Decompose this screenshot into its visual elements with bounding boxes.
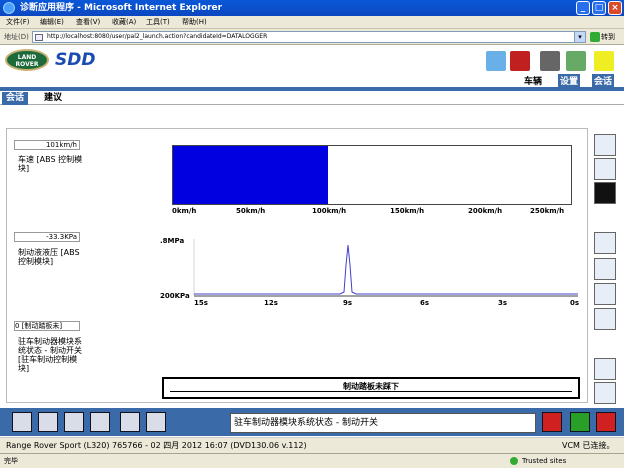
session-tab-row: 会话 建议	[0, 91, 624, 105]
battery-icon[interactable]	[596, 412, 616, 432]
logo-text-top: LAND	[17, 54, 37, 61]
trusted-sites-icon	[510, 457, 518, 465]
address-bar: 地址(D) http://localhost:8080/user/pal2_la…	[0, 29, 624, 45]
chart-view-icon[interactable]	[594, 232, 616, 254]
module-icon-3[interactable]	[64, 412, 84, 432]
brake-state-line	[170, 391, 572, 392]
address-label: 地址(D)	[4, 33, 29, 41]
network-icon[interactable]	[486, 51, 506, 71]
address-url: http://localhost:8080/user/pal2_launch.a…	[47, 33, 268, 40]
pressure-chart: .8MPa 200KPa 15s 12s 9s 6s 3s 0s	[160, 237, 579, 305]
tab-session[interactable]: 会话	[2, 92, 29, 105]
module-icon-5[interactable]	[120, 412, 140, 432]
nav-settings[interactable]: 设置	[558, 74, 581, 87]
window-titlebar: 诊断应用程序 - Microsoft Internet Explorer _ □…	[0, 0, 624, 16]
module-icon-6[interactable]	[146, 412, 166, 432]
tools-icon[interactable]	[566, 51, 586, 71]
speed-tick: 50km/h	[236, 207, 266, 215]
logo-text-bottom: ROVER	[15, 61, 39, 68]
zoom-in-icon[interactable]	[594, 283, 616, 305]
vcm-status: VCM 已连接。	[562, 441, 615, 450]
y-axis-top-label: .8MPa	[160, 237, 184, 245]
page-icon	[35, 34, 43, 41]
go-arrow-icon	[590, 32, 600, 42]
app-content: LAND ROVER SDD 车辆 设置 会话 会话 建议 101km/h 车速…	[0, 45, 624, 439]
y-axis-bottom-label: 200KPa	[160, 292, 190, 300]
address-input[interactable]: http://localhost:8080/user/pal2_launch.a…	[32, 31, 578, 43]
speed-value: 101km/h	[14, 140, 80, 150]
vehicle-battery-icon[interactable]	[510, 51, 530, 71]
vehicle-info: Range Rover Sport (L320) 765766 - 02 四月 …	[6, 441, 307, 450]
menu-file[interactable]: 文件(F)	[6, 17, 30, 28]
help-icon[interactable]	[594, 51, 614, 71]
brake-state-indicator: 制动踏板未踩下	[162, 377, 580, 399]
go-button[interactable]: 转到	[590, 31, 622, 43]
session-info-bar: Range Rover Sport (L320) 765766 - 02 四月 …	[0, 437, 624, 453]
module-icon-1[interactable]	[12, 412, 32, 432]
x-tick: 6s	[420, 299, 429, 305]
ie-icon	[3, 2, 15, 14]
address-dropdown-icon[interactable]: ▾	[574, 31, 586, 43]
speed-gauge	[172, 145, 572, 205]
nav-vehicle[interactable]: 车辆	[524, 74, 542, 87]
land-rover-logo: LAND ROVER	[5, 49, 49, 71]
browser-status-bar: 完毕 Trusted sites	[0, 453, 624, 468]
tab-recommend[interactable]: 建议	[40, 92, 66, 105]
menu-tools[interactable]: 工具(T)	[146, 17, 170, 28]
brake-switch-label: 驻车制动器模块系统状态 - 制动开关 [驻车制动控制模块]	[18, 337, 82, 373]
sdd-wordmark: SDD	[55, 50, 96, 70]
speed-tick: 0km/h	[172, 207, 197, 215]
speed-tick: 100km/h	[312, 207, 347, 215]
close-button[interactable]: ×	[608, 1, 622, 15]
list-icon[interactable]	[594, 134, 616, 156]
stop-icon[interactable]	[594, 182, 616, 204]
menu-edit[interactable]: 编辑(E)	[40, 17, 64, 28]
pressure-series	[194, 244, 578, 295]
x-tick: 9s	[343, 299, 352, 305]
speed-label: 车速 [ABS 控制模块]	[18, 155, 83, 173]
menu-favorites[interactable]: 收藏(A)	[112, 17, 136, 28]
x-tick: 3s	[498, 299, 507, 305]
done-text: 完毕	[4, 457, 18, 465]
menu-view[interactable]: 查看(V)	[76, 17, 100, 28]
speed-gauge-fill	[173, 146, 328, 204]
brake-switch-value: 0 [制动踏板未]	[14, 321, 80, 331]
lock-icon[interactable]	[542, 412, 562, 432]
record-camera-icon[interactable]	[594, 158, 616, 180]
nav-session[interactable]: 会话	[592, 74, 615, 87]
menu-help[interactable]: 帮助(H)	[182, 17, 207, 28]
module-icon-2[interactable]	[38, 412, 58, 432]
speed-tick: 150km/h	[390, 207, 425, 215]
status-message: 驻车制动器模块系统状态 - 制动开关	[230, 413, 536, 433]
maximize-button[interactable]: □	[592, 1, 606, 15]
menu-bar: 文件(F) 编辑(E) 查看(V) 收藏(A) 工具(T) 帮助(H)	[0, 16, 624, 29]
speed-tick: 250km/h	[530, 207, 565, 215]
minimize-button[interactable]: _	[576, 1, 590, 15]
edit-icon[interactable]	[594, 382, 616, 404]
zone-text: Trusted sites	[522, 457, 567, 465]
x-tick: 12s	[264, 299, 278, 305]
x-tick: 15s	[194, 299, 208, 305]
go-label: 转到	[601, 33, 615, 41]
voltage-icon[interactable]	[570, 412, 590, 432]
x-tick: 0s	[570, 299, 579, 305]
data-table-icon[interactable]	[594, 258, 616, 280]
pressure-label: 制动液液压 [ABS 控制模块]	[18, 248, 80, 266]
module-icon-4[interactable]	[90, 412, 110, 432]
report-icon[interactable]	[594, 358, 616, 380]
window-title: 诊断应用程序 - Microsoft Internet Explorer	[20, 3, 223, 13]
pressure-value: -33.3KPa	[14, 232, 80, 242]
printer-icon[interactable]	[540, 51, 560, 71]
zoom-out-icon[interactable]	[594, 308, 616, 330]
speed-tick: 200km/h	[468, 207, 503, 215]
